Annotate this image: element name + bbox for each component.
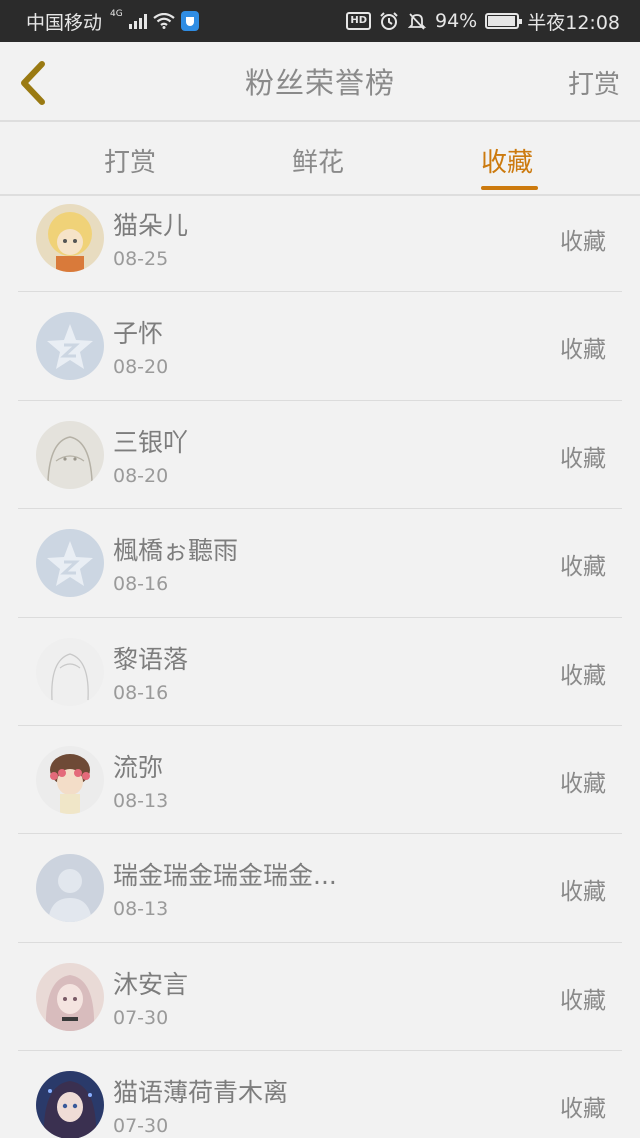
list-item[interactable]: 流弥 08-13 收藏 — [18, 726, 622, 835]
list-item[interactable]: 猫语薄荷青木离 07-30 收藏 — [18, 1051, 622, 1138]
fan-action-label: 收藏 — [560, 662, 606, 689]
alarm-icon — [380, 12, 398, 30]
tab-reward[interactable]: 打赏 — [104, 122, 156, 179]
status-right: HD 94% 半夜12:08 — [346, 8, 620, 35]
list-item[interactable]: 子怀 08-20 收藏 — [18, 292, 622, 401]
fan-date: 07-30 — [113, 1006, 169, 1029]
fan-action-label: 收藏 — [560, 987, 606, 1014]
battery-percent: 94% — [435, 10, 478, 32]
clock-time: 半夜12:08 — [527, 11, 620, 34]
carrier-name: 中国移动 — [26, 11, 103, 34]
fan-date: 08-20 — [113, 356, 169, 379]
user-avatar[interactable] — [36, 1071, 104, 1138]
fan-list: 猫朵儿 08-25 收藏 子怀 08-20 收藏 三银吖 08-20 收藏 楓橋… — [0, 184, 640, 1138]
user-avatar[interactable] — [36, 745, 104, 814]
signal-icon — [128, 13, 147, 29]
default-star-avatar-icon[interactable] — [36, 529, 104, 598]
fan-action-label: 收藏 — [560, 337, 606, 364]
security-shield-icon — [180, 11, 199, 31]
mute-bell-icon — [407, 13, 427, 30]
fan-action-label: 收藏 — [560, 879, 606, 906]
status-bar: 中国移动 4G HD 94% 半夜12:08 — [0, 0, 640, 42]
fan-date: 08-16 — [113, 681, 169, 704]
fan-name: 子怀 — [113, 319, 164, 349]
fan-name: 瑞金瑞金瑞金瑞金... — [113, 861, 337, 891]
fan-name: 猫朵儿 — [113, 211, 189, 240]
tab-flowers[interactable]: 鲜花 — [292, 122, 344, 179]
list-item[interactable]: 楓橋ぉ聽雨 08-16 收藏 — [18, 509, 622, 618]
fan-name: 楓橋ぉ聽雨 — [113, 536, 239, 566]
user-avatar[interactable] — [36, 637, 104, 706]
fan-name: 沐安言 — [113, 969, 189, 999]
fan-action-label: 收藏 — [560, 229, 606, 255]
wifi-icon — [153, 13, 175, 29]
tab-favorites[interactable]: 收藏 — [481, 122, 533, 179]
default-star-avatar-icon[interactable] — [36, 312, 104, 381]
page-title: 粉丝荣誉榜 — [244, 66, 395, 100]
fan-date: 07-30 — [113, 1115, 169, 1138]
list-item[interactable]: 沐安言 07-30 收藏 — [18, 943, 622, 1052]
user-avatar[interactable] — [36, 420, 104, 489]
reward-header-button[interactable]: 打赏 — [568, 64, 620, 101]
fan-date: 08-13 — [113, 898, 169, 921]
network-type-badge: 4G — [110, 9, 123, 19]
fan-date: 08-20 — [113, 464, 169, 487]
list-item[interactable]: 三银吖 08-20 收藏 — [18, 401, 622, 510]
fan-name: 三银吖 — [113, 427, 189, 457]
back-arrow-icon[interactable] — [16, 60, 56, 106]
default-person-avatar-icon[interactable] — [36, 854, 104, 923]
hd-icon: HD — [346, 12, 371, 30]
fan-name: 流弥 — [113, 752, 164, 782]
fan-action-label: 收藏 — [560, 770, 606, 797]
list-item[interactable]: 黎语落 08-16 收藏 — [18, 618, 622, 726]
fan-date: 08-25 — [113, 248, 169, 270]
header-bar: 粉丝荣誉榜 打赏 — [0, 42, 640, 122]
status-left: 中国移动 4G — [26, 8, 346, 35]
fan-action-label: 收藏 — [560, 445, 606, 472]
user-avatar[interactable] — [36, 962, 104, 1031]
fan-name: 猫语薄荷青木离 — [113, 1078, 289, 1108]
list-item[interactable]: 猫朵儿 08-25 收藏 — [18, 184, 622, 293]
list-item[interactable]: 瑞金瑞金瑞金瑞金... 08-13 收藏 — [18, 834, 622, 943]
fan-date: 08-16 — [113, 573, 169, 596]
fan-action-label: 收藏 — [560, 554, 606, 581]
fan-action-label: 收藏 — [560, 1096, 606, 1123]
fan-name: 黎语落 — [113, 644, 189, 674]
user-avatar[interactable] — [36, 204, 104, 272]
fan-date: 08-13 — [113, 789, 169, 812]
battery-icon — [485, 13, 523, 29]
